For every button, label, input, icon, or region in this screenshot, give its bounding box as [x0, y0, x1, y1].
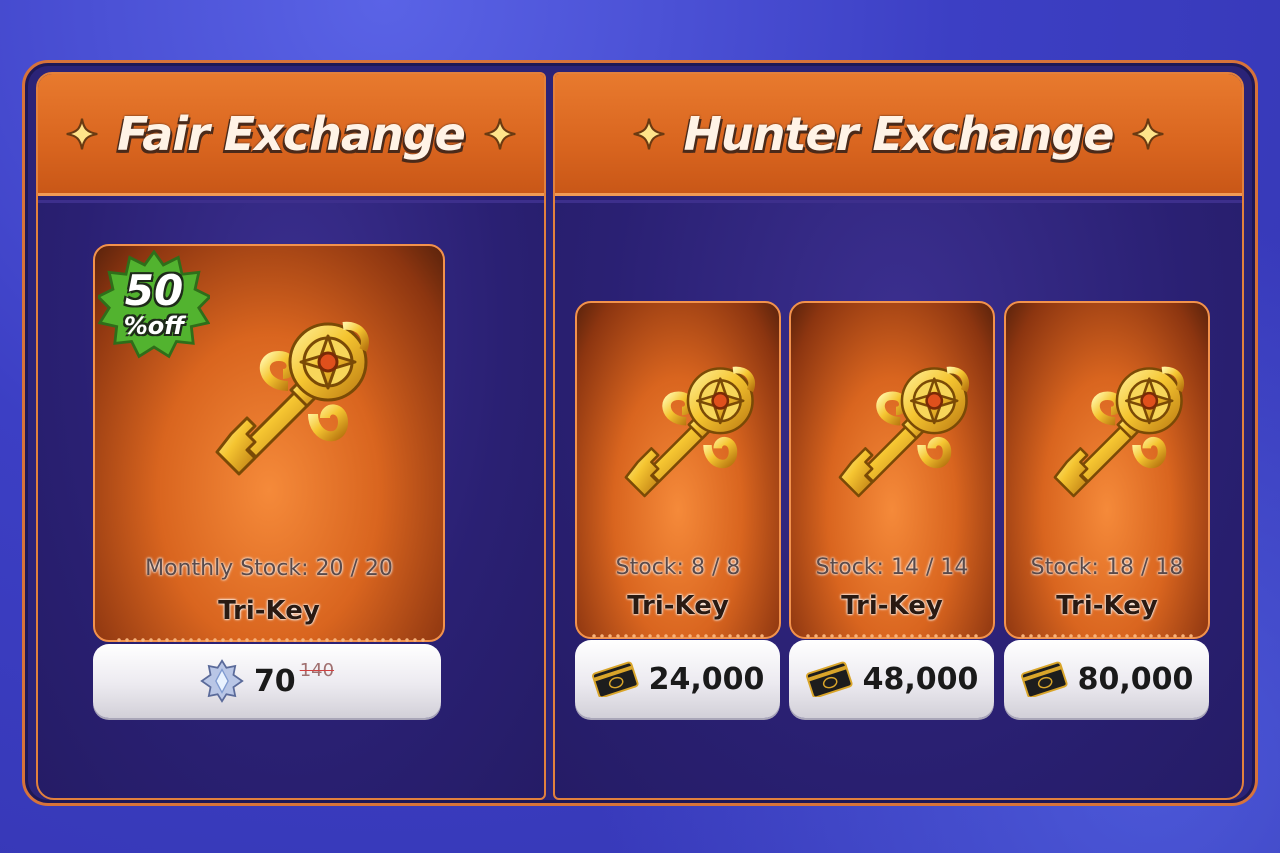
- stock-value: 14 / 14: [890, 555, 969, 580]
- fair-exchange-header: Fair Exchange: [38, 74, 544, 196]
- card-dotted-separator: [115, 638, 425, 642]
- hunter-exchange-title: Hunter Exchange: [683, 106, 1115, 161]
- header-divider: [555, 200, 1242, 203]
- tri-key-icon: [1026, 343, 1196, 513]
- hunter-item-name: Tri-Key: [627, 591, 729, 621]
- fair-exchange-title: Fair Exchange: [117, 106, 466, 161]
- hunter-item-card[interactable]: Stock: 18 / 18 Tri-Key: [1004, 301, 1210, 639]
- hunter-card-icon: [805, 661, 853, 697]
- tri-key-icon: [183, 294, 383, 494]
- crystal-currency-icon: [200, 659, 244, 703]
- price-amount: 70: [253, 663, 296, 699]
- stock-label: Monthly Stock:: [145, 556, 309, 581]
- tri-key-icon: [597, 343, 767, 513]
- stock-label: Stock:: [615, 555, 684, 580]
- sparkle-icon: [65, 117, 99, 151]
- hunter-item-stock: Stock: 14 / 14: [791, 555, 993, 580]
- hunter-card-icon: [591, 661, 639, 697]
- sparkle-icon: [483, 117, 517, 151]
- stock-value: 18 / 18: [1105, 555, 1184, 580]
- original-price: 140: [299, 660, 335, 681]
- discount-badge: 50 %off: [98, 266, 210, 340]
- fair-item-price-button[interactable]: 70 140: [93, 644, 441, 718]
- hunter-card-icon: [1020, 661, 1068, 697]
- fair-item-name: Tri-Key: [218, 596, 320, 626]
- sparkle-icon: [632, 117, 666, 151]
- stock-value: 8 / 8: [690, 555, 741, 580]
- hunter-item-price-button[interactable]: 80,000: [1004, 640, 1209, 718]
- header-divider: [38, 200, 544, 203]
- tri-key-icon: [811, 343, 981, 513]
- stock-value: 20 / 20: [315, 556, 393, 581]
- hunter-item-card[interactable]: Stock: 14 / 14 Tri-Key: [789, 301, 995, 639]
- fair-item-stock: Monthly Stock: 20 / 20: [95, 556, 443, 581]
- price-amount: 80,000: [1077, 661, 1194, 697]
- hunter-item-price-button[interactable]: 48,000: [789, 640, 994, 718]
- price-amount: 48,000: [862, 661, 979, 697]
- price-amount: 24,000: [648, 661, 765, 697]
- stock-label: Stock:: [1030, 555, 1099, 580]
- hunter-item-stock: Stock: 18 / 18: [1006, 555, 1208, 580]
- hunter-item-name: Tri-Key: [1056, 591, 1158, 621]
- card-dotted-separator: [590, 634, 768, 638]
- card-dotted-separator: [804, 634, 982, 638]
- hunter-item-stock: Stock: 8 / 8: [577, 555, 779, 580]
- discount-value: 50: [124, 266, 184, 315]
- card-dotted-separator: [1019, 634, 1197, 638]
- stock-label: Stock:: [815, 555, 884, 580]
- hunter-item-price-button[interactable]: 24,000: [575, 640, 780, 718]
- hunter-item-name: Tri-Key: [841, 591, 943, 621]
- discount-suffix: %off: [123, 312, 185, 340]
- sparkle-icon: [1131, 117, 1165, 151]
- hunter-exchange-header: Hunter Exchange: [555, 74, 1242, 196]
- hunter-item-card[interactable]: Stock: 8 / 8 Tri-Key: [575, 301, 781, 639]
